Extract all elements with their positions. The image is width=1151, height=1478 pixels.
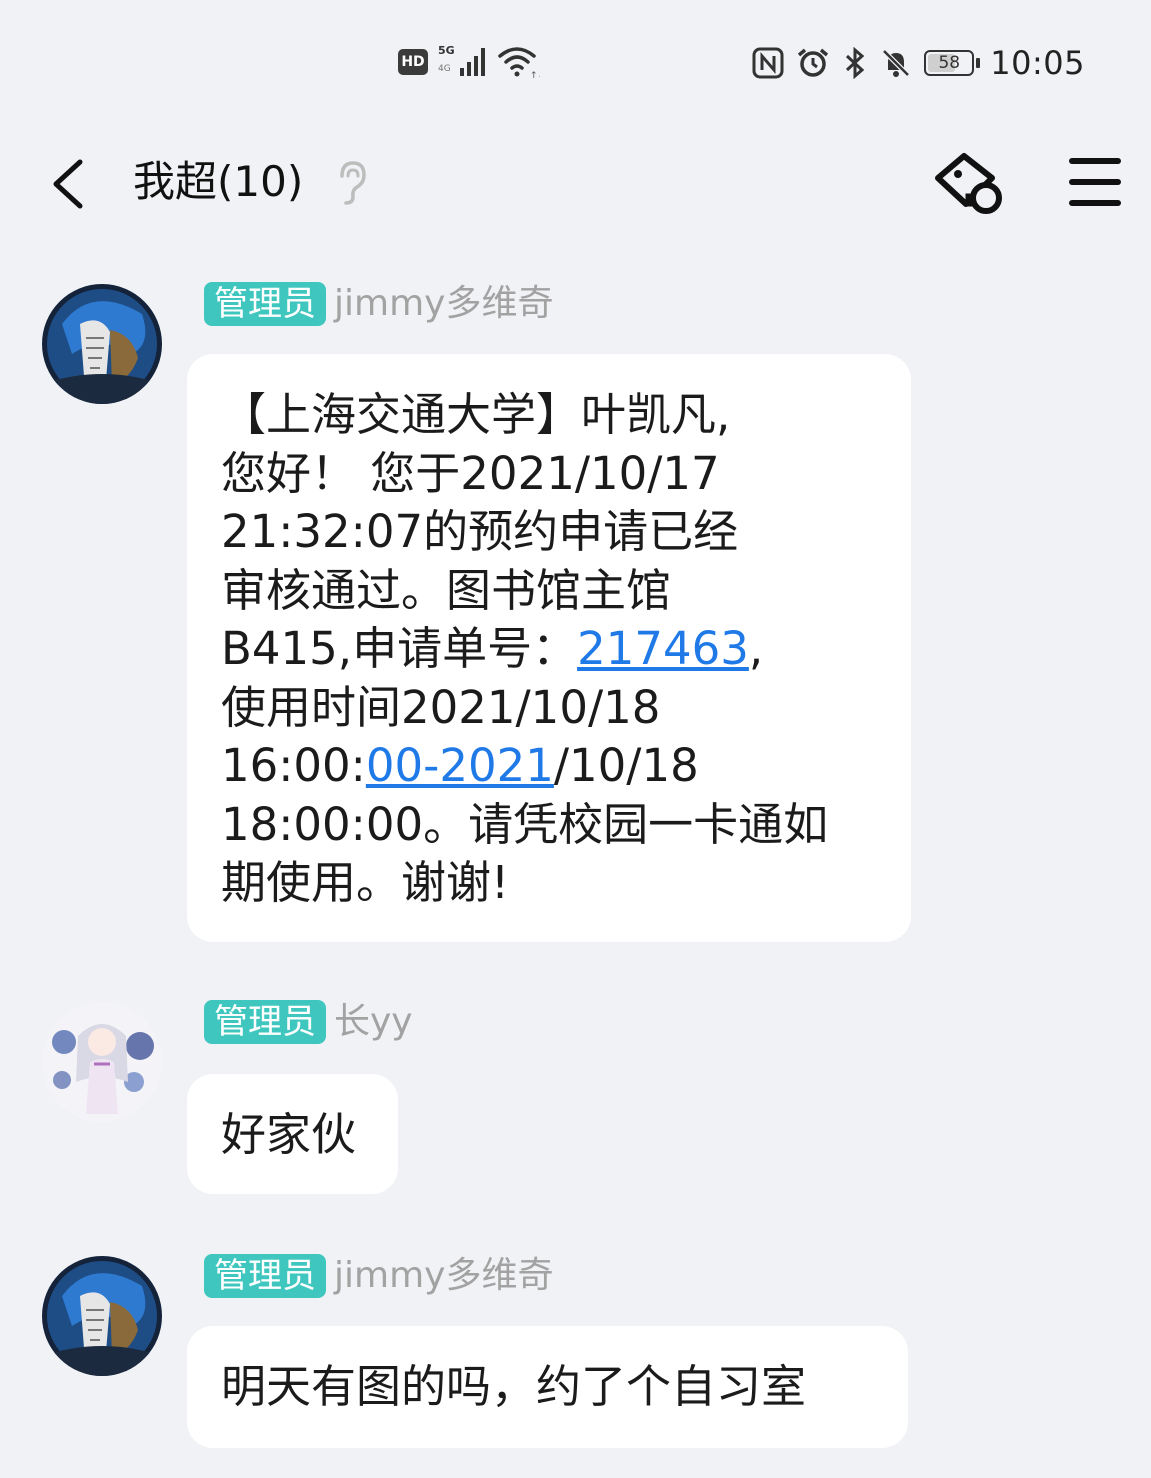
message-line: 您好！ 您于2021/10/17 (221, 446, 720, 500)
avatar-image (42, 1002, 162, 1122)
chat-title: 我超(10) (133, 157, 304, 206)
avatar-image (42, 284, 162, 404)
line-text: 16:00: (221, 739, 366, 792)
message-line: 审核通过。图书馆主馆 (221, 563, 672, 617)
avatar[interactable] (42, 1256, 162, 1376)
avatar[interactable] (42, 284, 162, 404)
role-badge: 管理员 (204, 1000, 326, 1044)
alarm-icon (798, 48, 829, 77)
message-meta: 管理员 jimmy多维奇 (204, 1254, 553, 1298)
message-line: 18:00:00。请凭校园一卡通如 (221, 797, 829, 851)
clock: 10:05 (990, 44, 1085, 82)
avatar[interactable] (42, 1002, 162, 1122)
message-text: 明天有图的吗，约了个自习室 (221, 1360, 807, 1413)
chevron-left-icon (53, 159, 83, 209)
message-meta: 管理员 jimmy多维奇 (204, 282, 553, 326)
ear-icon (340, 161, 366, 205)
sender-name[interactable]: jimmy多维奇 (334, 1254, 553, 1298)
wifi-icon: ↑↓ (498, 47, 540, 79)
sender-name[interactable]: jimmy多维奇 (334, 282, 553, 326)
message-line: 16:00:00-2021/10/18 (221, 737, 877, 796)
nfc-icon (752, 47, 784, 79)
tag-button[interactable] (930, 148, 1006, 218)
role-badge: 管理员 (204, 1254, 326, 1298)
hd-badge: HD (398, 49, 428, 75)
message-line: 使用时间2021/10/18 (221, 680, 661, 734)
number-link[interactable]: 00-2021 (366, 739, 554, 792)
cellular-signal-icon: 5G 4G (438, 44, 488, 80)
sender-name[interactable]: 长yy (334, 1000, 413, 1044)
status-bar: HD 5G 4G ↑↓ (0, 0, 1151, 130)
avatar-image (42, 1256, 162, 1376)
status-left-group: HD 5G 4G ↑↓ (398, 44, 540, 80)
message-bubble[interactable]: 明天有图的吗，约了个自习室 (187, 1326, 908, 1448)
role-badge: 管理员 (204, 282, 326, 326)
message-text: 好家伙 (221, 1108, 357, 1161)
svg-text:↑↓: ↑↓ (530, 71, 540, 79)
mute-bell-icon (882, 49, 911, 77)
menu-button[interactable] (1066, 154, 1124, 210)
message-line: 期使用。谢谢! (221, 856, 510, 909)
message-line: B415,申请单号：217463, (221, 620, 877, 679)
chat-header: 我超(10) (0, 130, 1151, 240)
line-text: B415,申请单号： (221, 622, 578, 675)
message-meta: 管理员 长yy (204, 1000, 413, 1044)
message-bubble[interactable]: 【上海交通大学】叶凯凡, 您好！ 您于2021/10/17 21:32:07的预… (187, 354, 911, 942)
bluetooth-icon (846, 47, 865, 79)
line-text: /10/18 (553, 739, 699, 792)
tag-link-icon (935, 153, 1002, 214)
message-line: 【上海交通大学】叶凯凡, (221, 388, 731, 441)
status-right-group: 58 10:05 (752, 44, 1085, 82)
battery-level: 58 (938, 53, 961, 73)
battery-indicator: 58 (924, 50, 981, 76)
hamburger-menu-icon (1069, 158, 1121, 206)
line-text: , (748, 622, 764, 675)
message-bubble[interactable]: 好家伙 (187, 1074, 398, 1194)
back-button[interactable] (44, 154, 94, 214)
message-line: 21:32:07的预约申请已经 (221, 505, 739, 558)
order-number-link[interactable]: 217463 (577, 622, 749, 675)
